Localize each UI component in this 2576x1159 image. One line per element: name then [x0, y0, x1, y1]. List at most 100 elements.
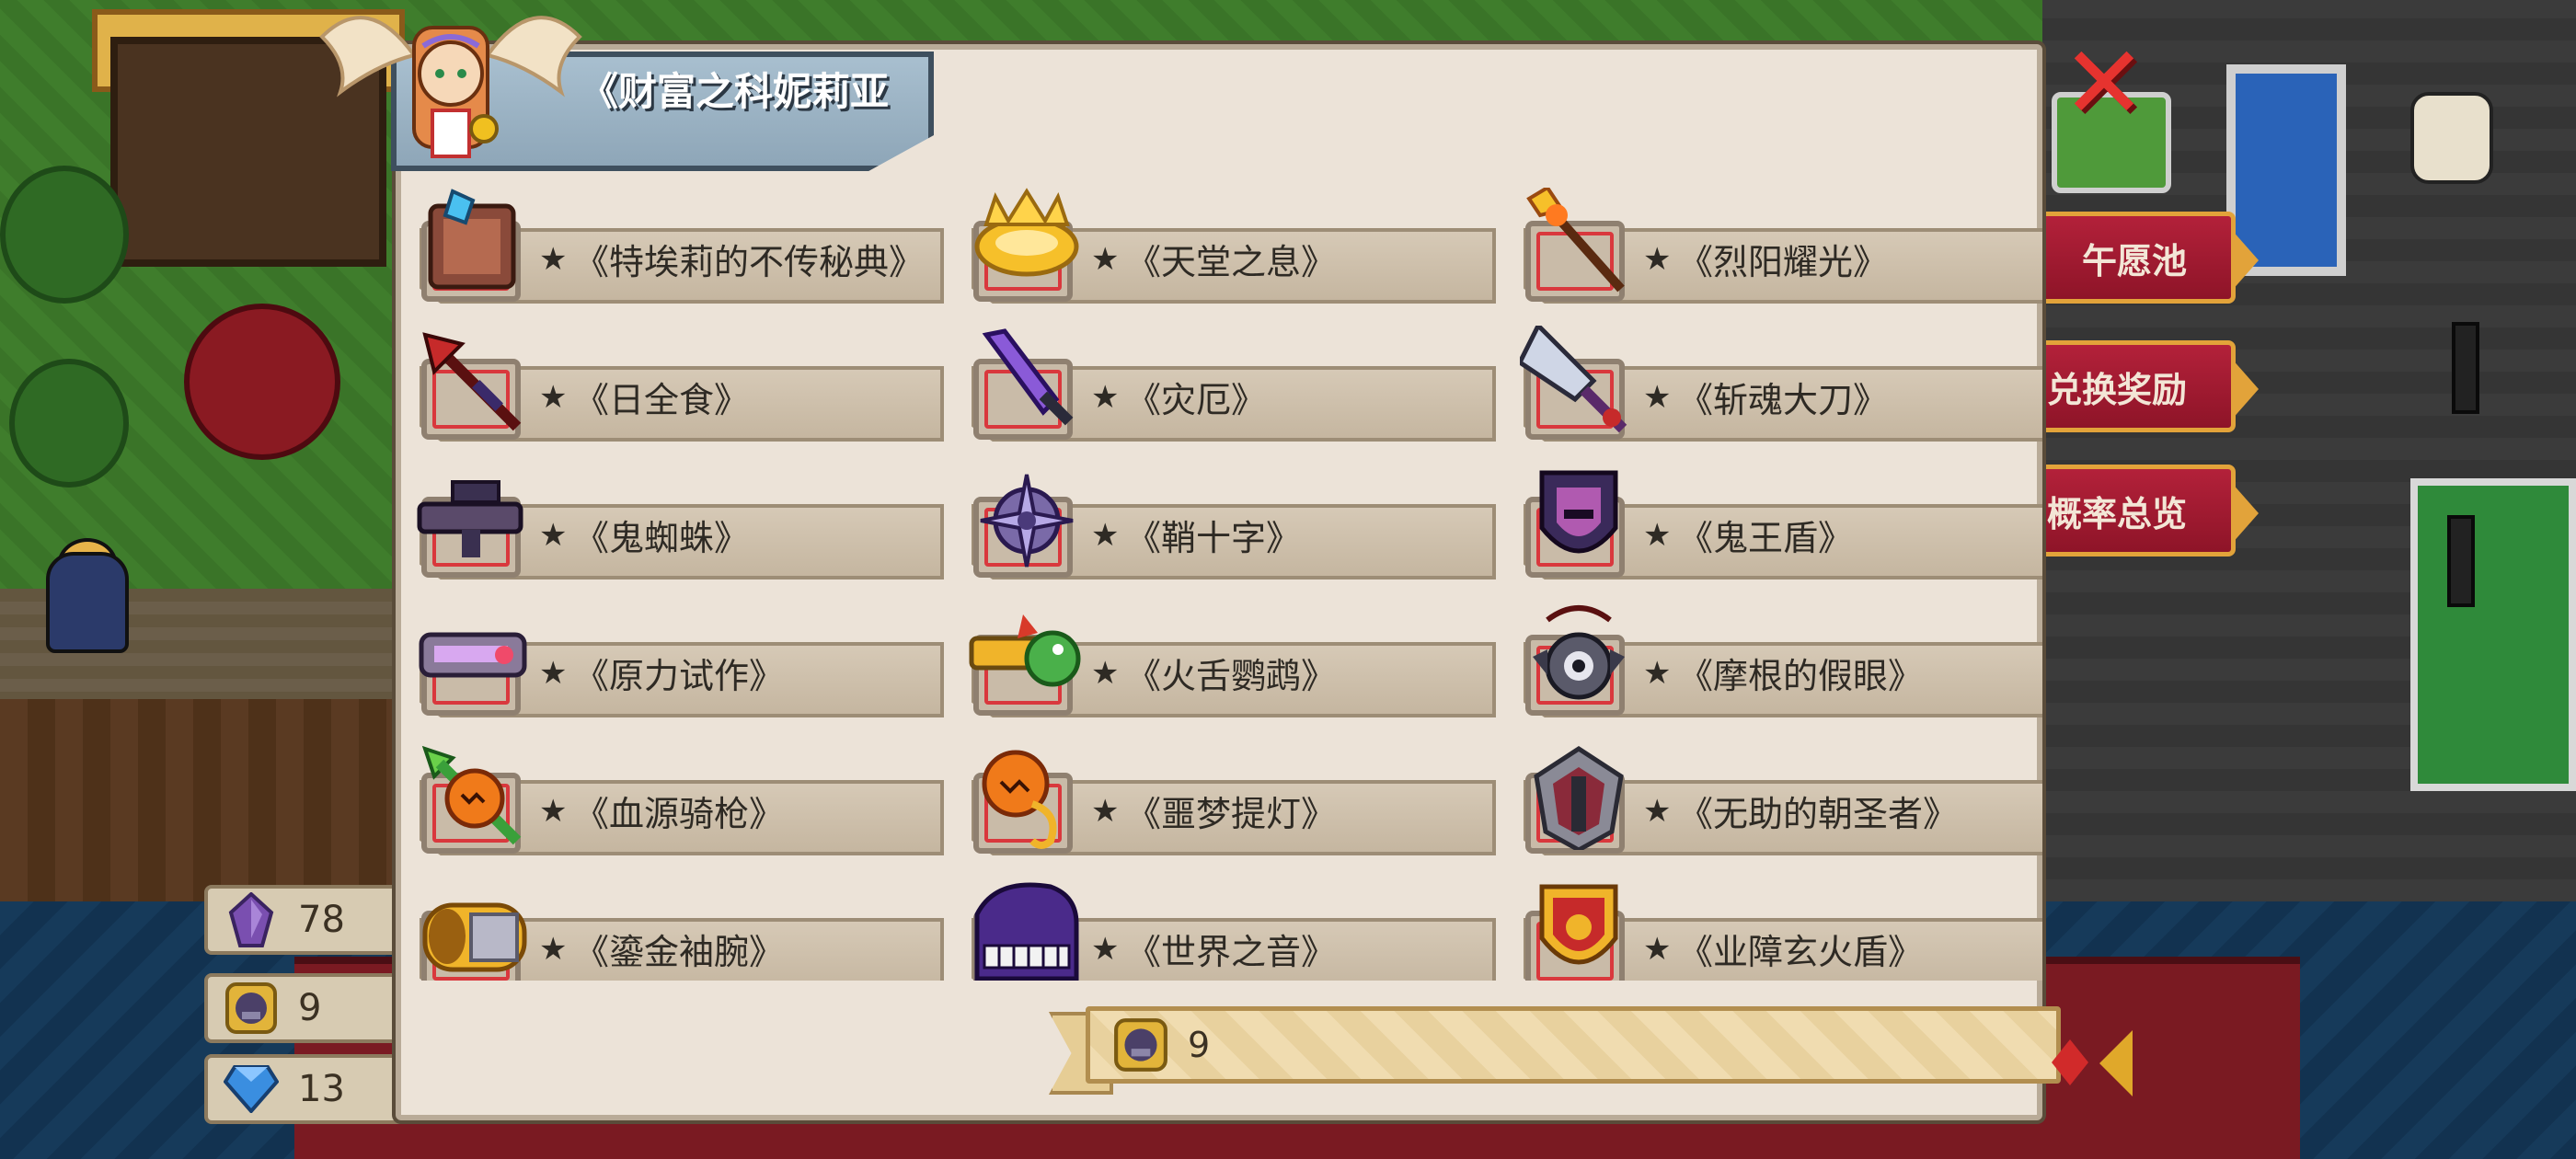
star-icon: ★: [539, 655, 568, 692]
currency-value: 13: [298, 1068, 345, 1110]
star-icon: ★: [1091, 241, 1120, 278]
currency-crystal: 78: [204, 885, 425, 955]
lamp-post: [2447, 515, 2475, 607]
star-icon: ★: [1091, 793, 1120, 830]
star-icon: ★: [1643, 655, 1672, 692]
green-floor: [2410, 478, 2576, 791]
reward-item[interactable]: ★ 《日全食》: [401, 322, 944, 442]
tree: [0, 166, 129, 304]
reward-item-name: 《特埃莉的不传秘典》: [574, 242, 925, 282]
reward-item-name: 《鞘十字》: [1126, 518, 1302, 558]
reward-item-name: 《鎏金袖腕》: [574, 932, 785, 972]
reward-item[interactable]: ★ 《斩魂大刀》: [1505, 322, 2042, 442]
token-count: 9: [1188, 1025, 1211, 1065]
reward-item[interactable]: ★ 《噩梦提灯》: [953, 736, 1496, 855]
token-counter-body: 9: [1086, 1006, 2061, 1084]
reward-item-name: 《血源骑枪》: [574, 794, 785, 834]
reward-item-name: 《无助的朝圣者》: [1678, 794, 1959, 834]
reward-item-name: 《世界之音》: [1126, 932, 1337, 972]
crimson-trident-icon: [422, 332, 522, 431]
reward-item[interactable]: ★ 《业障玄火盾》: [1505, 874, 2042, 981]
side-button-label: 兑换奖励: [2046, 369, 2187, 410]
angel-character-avatar-icon: [319, 16, 582, 158]
spellbook-icon: [428, 189, 516, 290]
reward-item[interactable]: ★ 《无助的朝圣者》: [1505, 736, 2042, 855]
golden-halo-icon: [974, 188, 1079, 277]
pumpkin-lantern-icon: [982, 750, 1057, 849]
piano-icon: [974, 882, 1079, 981]
demon-shield-icon: [1539, 470, 1618, 554]
cross-shuriken-icon: [980, 474, 1074, 568]
lamp-post: [2452, 322, 2479, 414]
side-button-label: 午愿池: [2081, 240, 2187, 281]
token-coin-icon: [1114, 1018, 1167, 1072]
fire-shield-icon: [1539, 884, 1618, 965]
tree: [9, 359, 129, 488]
close-icon: ✕: [2061, 24, 2147, 142]
sun-staff-icon: [1526, 188, 1625, 293]
npc-character: [2410, 92, 2493, 184]
star-icon: ★: [539, 931, 568, 968]
star-icon: ★: [539, 517, 568, 554]
golden-bracer-icon: [422, 902, 527, 972]
player-character: [46, 552, 129, 653]
reward-item-name: 《摩根的假眼》: [1678, 656, 1924, 696]
reward-item-name: 《灾厄》: [1126, 380, 1267, 420]
star-icon: ★: [1091, 931, 1120, 968]
reward-item[interactable]: ★ 《原力试作》: [401, 598, 944, 717]
reward-item[interactable]: ★ 《血源骑枪》: [401, 736, 944, 855]
reward-item[interactable]: ★ 《鎏金袖腕》: [401, 874, 944, 981]
soul-blade-icon: [1520, 326, 1627, 433]
reward-item-name: 《火舌鹦鹉》: [1126, 656, 1337, 696]
reward-item-name: 《鬼王盾》: [1678, 518, 1854, 558]
currency-value: 78: [298, 899, 345, 941]
star-icon: ★: [1643, 517, 1672, 554]
reward-item[interactable]: ★ 《天堂之息》: [953, 184, 1496, 304]
side-button-label: 概率总览: [2046, 493, 2187, 534]
false-eye-icon: [1533, 605, 1625, 700]
star-icon: ★: [1091, 655, 1120, 692]
reward-item[interactable]: ★ 《鞘十字》: [953, 460, 1496, 580]
close-button[interactable]: ✕: [2053, 32, 2155, 133]
reward-item-name: 《业障玄火盾》: [1678, 932, 1924, 972]
star-icon: ★: [1643, 931, 1672, 968]
reward-item-name: 《烈阳耀光》: [1678, 242, 1889, 282]
force-cannon-icon: [419, 632, 527, 678]
parrot-gun-icon: [969, 614, 1081, 687]
star-icon: ★: [539, 793, 568, 830]
reward-item-name: 《斩魂大刀》: [1678, 380, 1889, 420]
purple-crystal-icon: [221, 889, 282, 950]
reward-item-name: 《噩梦提灯》: [1126, 794, 1337, 834]
purple-sword-icon: [982, 328, 1074, 426]
token-counter-bar: 9: [1049, 1006, 2061, 1095]
spider-rifle-icon: [417, 480, 523, 557]
dialog-title: 《财富之科妮莉亚: [580, 69, 890, 114]
star-icon: ★: [1643, 241, 1672, 278]
reward-item[interactable]: ★ 《鬼王盾》: [1505, 460, 2042, 580]
star-icon: ★: [1643, 379, 1672, 416]
reward-item-name: 《日全食》: [574, 380, 750, 420]
pilgrim-armor-icon: [1534, 746, 1624, 850]
currency-value: 9: [298, 987, 322, 1029]
tree: [184, 304, 340, 460]
reward-item[interactable]: ★ 《烈阳耀光》: [1505, 184, 2042, 304]
star-icon: ★: [1643, 793, 1672, 830]
reward-item[interactable]: ★ 《灾厄》: [953, 322, 1496, 442]
currency-gem: 13: [204, 1054, 425, 1124]
reward-item-name: 《鬼蜘蛛》: [574, 518, 750, 558]
currency-token: 9: [204, 973, 425, 1043]
star-icon: ★: [539, 379, 568, 416]
star-icon: ★: [1091, 517, 1120, 554]
reward-item[interactable]: ★ 《世界之音》: [953, 874, 1496, 981]
reward-item-list[interactable]: ★ 《特埃莉的不传秘典》 ★ 《天堂之息》 ★ 《烈阳耀光》 ★ 《日全食》 ★ 《灾厄》 ★ 《斩魂…: [401, 184, 2042, 981]
reward-item[interactable]: ★ 《特埃莉的不传秘典》: [401, 184, 944, 304]
reward-item-name: 《天堂之息》: [1126, 242, 1337, 282]
token-coin-icon: [221, 978, 282, 1039]
star-icon: ★: [1091, 379, 1120, 416]
arrow-left-icon[interactable]: [2099, 1030, 2133, 1096]
pumpkin-lance-icon: [421, 745, 522, 845]
reward-item[interactable]: ★ 《鬼蜘蛛》: [401, 460, 944, 580]
reward-item[interactable]: ★ 《火舌鹦鹉》: [953, 598, 1496, 717]
reward-item[interactable]: ★ 《摩根的假眼》: [1505, 598, 2042, 717]
star-icon: ★: [539, 241, 568, 278]
